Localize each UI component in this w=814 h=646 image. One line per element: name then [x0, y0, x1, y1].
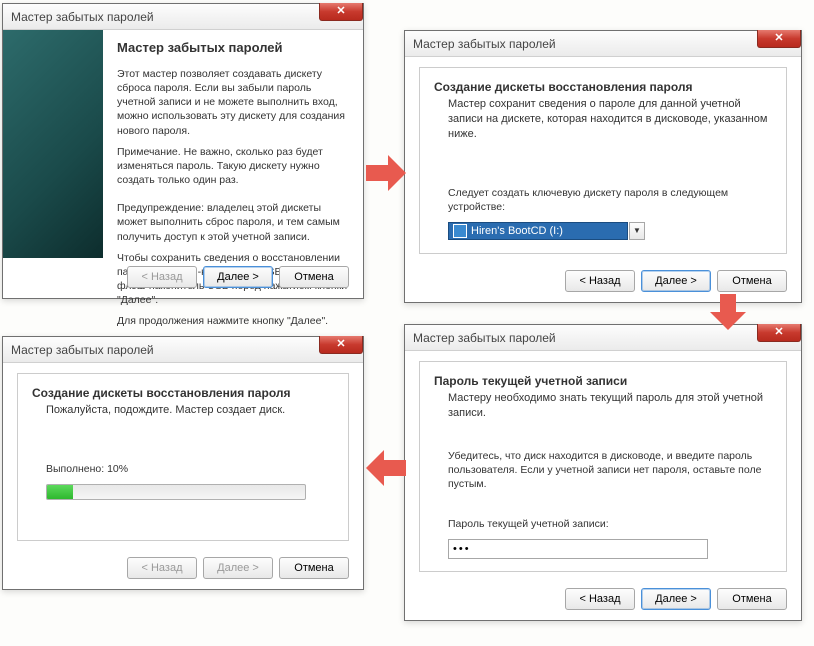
password-field[interactable] [448, 539, 708, 559]
wizard-device-dialog: Мастер забытых паролей ✕ Создание дискет… [404, 30, 802, 303]
window-title: Мастер забытых паролей [413, 37, 556, 51]
progress-fill [47, 485, 73, 499]
flow-arrow-right-1 [366, 155, 406, 191]
window-title: Мастер забытых паролей [11, 343, 154, 357]
wizard-welcome-dialog: Мастер забытых паролей ✕ Мастер забытых … [2, 3, 364, 299]
device-combobox-text: Hiren's BootCD (I:) [471, 225, 563, 237]
welcome-para-3: Предупреждение: владелец этой дискеты мо… [117, 201, 349, 244]
step-heading: Создание дискеты восстановления пароля [32, 386, 334, 400]
window-title: Мастер забытых паролей [413, 331, 556, 345]
cancel-button[interactable]: Отмена [279, 557, 349, 579]
cancel-button[interactable]: Отмена [717, 270, 787, 292]
close-button[interactable]: ✕ [757, 30, 801, 48]
titlebar: Мастер забытых паролей ✕ [405, 325, 801, 351]
close-button[interactable]: ✕ [319, 3, 363, 21]
cancel-button[interactable]: Отмена [279, 266, 349, 288]
password-instruction: Убедитесь, что диск находится в дисковод… [448, 449, 772, 492]
wizard-title: Мастер забытых паролей [117, 40, 349, 57]
progress-label: Выполнено: 10% [46, 462, 334, 476]
welcome-para-1: Этот мастер позволяет создавать дискету … [117, 67, 349, 138]
password-label: Пароль текущей учетной записи: [448, 517, 772, 531]
progress-bar [46, 484, 306, 500]
window-title: Мастер забытых паролей [11, 10, 154, 24]
step-subtext: Пожалуйста, подождите. Мастер создает ди… [46, 403, 334, 418]
wizard-progress-dialog: Мастер забытых паролей ✕ Создание дискет… [2, 336, 364, 590]
close-icon: ✕ [336, 6, 345, 17]
welcome-para-5: Для продолжения нажмите кнопку "Далее". [117, 314, 349, 328]
drive-icon [453, 224, 467, 238]
step-heading: Создание дискеты восстановления пароля [434, 80, 772, 94]
step-heading: Пароль текущей учетной записи [434, 374, 772, 388]
next-button[interactable]: Далее > [641, 270, 711, 292]
next-button[interactable]: Далее > [203, 266, 273, 288]
welcome-para-2: Примечание. Не важно, сколько раз будет … [117, 145, 349, 188]
step-subtext: Мастеру необходимо знать текущий пароль … [448, 391, 772, 421]
flow-arrow-left [366, 450, 406, 486]
device-combobox[interactable]: Hiren's BootCD (I:) ▼ [448, 222, 628, 240]
cancel-button[interactable]: Отмена [717, 588, 787, 610]
next-button: Далее > [203, 557, 273, 579]
device-label: Следует создать ключевую дискету пароля … [448, 186, 772, 214]
next-button[interactable]: Далее > [641, 588, 711, 610]
close-button[interactable]: ✕ [319, 336, 363, 354]
titlebar: Мастер забытых паролей ✕ [3, 337, 363, 363]
close-icon: ✕ [774, 327, 783, 338]
back-button: < Назад [127, 266, 197, 288]
step-subtext: Мастер сохранит сведения о пароле для да… [448, 97, 772, 142]
chevron-down-icon[interactable]: ▼ [629, 222, 645, 240]
back-button[interactable]: < Назад [565, 270, 635, 292]
wizard-password-dialog: Мастер забытых паролей ✕ Пароль текущей … [404, 324, 802, 621]
close-button[interactable]: ✕ [757, 324, 801, 342]
close-icon: ✕ [774, 33, 783, 44]
wizard-sidebar-image [3, 30, 103, 258]
back-button: < Назад [127, 557, 197, 579]
back-button[interactable]: < Назад [565, 588, 635, 610]
titlebar: Мастер забытых паролей ✕ [405, 31, 801, 57]
titlebar: Мастер забытых паролей ✕ [3, 4, 363, 30]
close-icon: ✕ [336, 339, 345, 350]
